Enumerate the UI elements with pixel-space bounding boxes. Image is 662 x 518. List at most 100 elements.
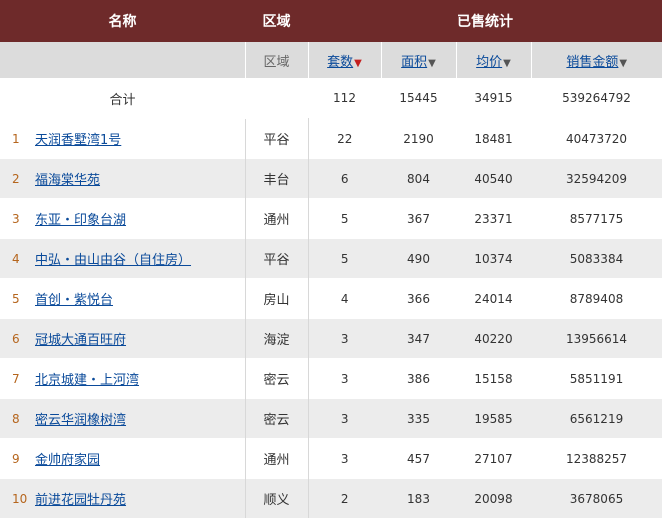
row-area: 366 [381,279,456,319]
project-name-link[interactable]: 金帅府家园 [35,453,100,468]
row-sales-amount: 5083384 [531,239,662,279]
row-region: 顺义 [245,479,308,518]
project-name-link[interactable]: 首创・紫悦台 [35,293,113,308]
row-units: 4 [308,279,381,319]
header-name: 名称 [0,0,245,42]
row-area: 2190 [381,119,456,159]
table-row: 1天润香墅湾1号平谷2221901848140473720 [0,119,662,159]
row-avg-price: 19585 [456,399,531,439]
subheader-row: 区域 套数▼ 面积▼ 均价▼ 销售金额▼ [0,42,662,78]
sort-avg-price-link[interactable]: 均价 [476,55,502,70]
table-row: 3东亚・印象台湖通州5367233718577175 [0,199,662,239]
sort-area-link[interactable]: 面积 [401,55,427,70]
row-avg-price: 15158 [456,359,531,399]
sort-units[interactable]: 套数▼ [308,42,381,78]
row-avg-price: 27107 [456,439,531,479]
project-name-cell: 冠城大通百旺府 [35,319,245,359]
row-sales-amount: 8789408 [531,279,662,319]
header-row: 名称 区域 已售统计 [0,0,662,42]
row-sales-amount: 40473720 [531,119,662,159]
row-region: 丰台 [245,159,308,199]
row-index: 9 [0,439,35,479]
sort-down-arrow-icon[interactable]: ▼ [619,58,627,69]
project-name-cell: 天润香墅湾1号 [35,119,245,159]
sort-down-arrow-icon[interactable]: ▼ [428,58,436,69]
row-index: 6 [0,319,35,359]
row-index: 2 [0,159,35,199]
row-region: 房山 [245,279,308,319]
sort-area[interactable]: 面积▼ [381,42,456,78]
row-index: 8 [0,399,35,439]
row-area: 386 [381,359,456,399]
row-units: 3 [308,359,381,399]
header-region: 区域 [245,0,308,42]
row-region: 平谷 [245,119,308,159]
row-area: 367 [381,199,456,239]
table-row: 6冠城大通百旺府 海淀33474022013956614 [0,319,662,359]
sort-down-arrow-icon[interactable]: ▼ [503,58,511,69]
sales-ranking-table: 名称 区域 已售统计 区域 套数▼ 面积▼ 均价▼ 销售金额▼ 合计 112 1… [0,0,662,518]
table-body: 1天润香墅湾1号平谷22219018481404737202福海棠华苑丰台680… [0,119,662,518]
row-region: 平谷 [245,239,308,279]
total-row: 合计 112 15445 34915 539264792 [0,78,662,119]
project-name-link[interactable]: 冠城大通百旺府 [35,333,126,348]
sort-avg-price[interactable]: 均价▼ [456,42,531,78]
project-name-cell: 北京城建・上河湾 [35,359,245,399]
row-avg-price: 24014 [456,279,531,319]
project-name-cell: 密云华润橡树湾 [35,399,245,439]
row-sales-amount: 5851191 [531,359,662,399]
row-sales-amount: 12388257 [531,439,662,479]
row-index: 10 [0,479,35,518]
row-area: 804 [381,159,456,199]
table-row: 7北京城建・上河湾密云3386151585851191 [0,359,662,399]
project-name-cell: 中弘・由山由谷（自住房） [35,239,245,279]
table-row: 5首创・紫悦台 房山4366240148789408 [0,279,662,319]
row-sales-amount: 6561219 [531,399,662,439]
sort-sales-amount[interactable]: 销售金额▼ [531,42,662,78]
project-name-cell: 前进花园牡丹苑 [35,479,245,518]
project-name-link[interactable]: 中弘・由山由谷（自住房） [35,253,191,268]
row-avg-price: 20098 [456,479,531,518]
project-name-link[interactable]: 天润香墅湾1号 [35,133,121,148]
total-sales-amount: 539264792 [531,78,662,119]
project-name-link[interactable]: 东亚・印象台湖 [35,213,126,228]
total-units: 112 [308,78,381,119]
total-label: 合计 [0,78,245,119]
row-region: 密云 [245,399,308,439]
row-index: 1 [0,119,35,159]
row-avg-price: 40540 [456,159,531,199]
sort-sales-amount-link[interactable]: 销售金额 [566,55,618,70]
row-area: 347 [381,319,456,359]
table-row: 2福海棠华苑丰台68044054032594209 [0,159,662,199]
sort-down-arrow-icon[interactable]: ▼ [354,58,362,69]
row-sales-amount: 13956614 [531,319,662,359]
row-units: 5 [308,199,381,239]
row-units: 3 [308,319,381,359]
row-area: 490 [381,239,456,279]
row-area: 335 [381,399,456,439]
row-region: 通州 [245,199,308,239]
project-name-link[interactable]: 密云华润橡树湾 [35,413,126,428]
row-units: 2 [308,479,381,518]
sort-units-link[interactable]: 套数 [327,55,353,70]
row-region: 海淀 [245,319,308,359]
project-name-link[interactable]: 福海棠华苑 [35,173,100,188]
row-avg-price: 40220 [456,319,531,359]
project-name-cell: 东亚・印象台湖 [35,199,245,239]
row-avg-price: 10374 [456,239,531,279]
total-area: 15445 [381,78,456,119]
row-area: 457 [381,439,456,479]
table-row: 10前进花园牡丹苑顺义2183200983678065 [0,479,662,518]
row-index: 4 [0,239,35,279]
subheader-region: 区域 [245,42,308,78]
table-row: 8密云华润橡树湾密云3335195856561219 [0,399,662,439]
row-area: 183 [381,479,456,518]
row-units: 3 [308,439,381,479]
row-index: 5 [0,279,35,319]
project-name-link[interactable]: 北京城建・上河湾 [35,373,139,388]
project-name-cell: 首创・紫悦台 [35,279,245,319]
row-avg-price: 23371 [456,199,531,239]
table-row: 9金帅府家园通州34572710712388257 [0,439,662,479]
project-name-link[interactable]: 前进花园牡丹苑 [35,493,126,508]
header-sold-stats: 已售统计 [308,0,662,42]
